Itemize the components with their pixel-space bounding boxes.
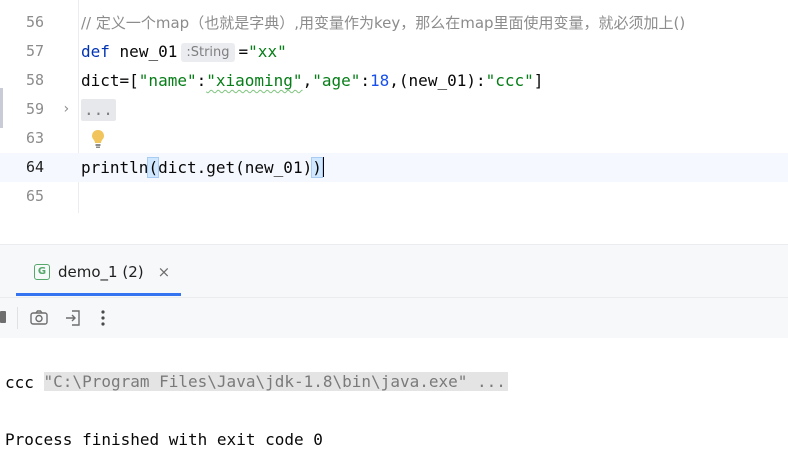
- code-line[interactable]: 56 // 定义一个map（也就是字典）,用变量作为key，那么在map里面使用…: [0, 8, 788, 37]
- camera-icon[interactable]: [28, 307, 50, 329]
- code-line-current[interactable]: 64 println(dict.get(new_01)): [0, 153, 788, 182]
- code-line[interactable]: 59 › ...: [0, 95, 788, 124]
- panel-splitter[interactable]: [0, 213, 788, 244]
- line-number: 59: [25, 100, 44, 118]
- code-token: ]: [533, 71, 544, 90]
- assign-operator: =: [238, 42, 249, 61]
- console-output[interactable]: "C:\Program Files\Java\jdk-1.8\bin\java.…: [0, 338, 788, 461]
- code-token: ,: [302, 71, 313, 90]
- string-literal: "age": [312, 71, 361, 90]
- code-token: :: [196, 71, 207, 90]
- matched-bracket: (: [147, 157, 160, 178]
- active-tab-indicator: [16, 293, 181, 296]
- command-text: "C:\Program Files\Java\jdk-1.8\bin\java.…: [43, 372, 508, 391]
- code-line[interactable]: 63: [0, 124, 788, 153]
- function-call: println: [81, 158, 149, 177]
- console-exit-line: Process finished with exit code 0: [5, 430, 323, 449]
- code-token: :: [360, 71, 371, 90]
- text-caret: [321, 157, 324, 177]
- run-toolbar: [0, 297, 788, 339]
- matched-bracket: ): [311, 157, 323, 178]
- code-line[interactable]: 58 dict=["name":"xiaoming","age":18,(new…: [0, 66, 788, 95]
- string-literal: "xx": [248, 42, 287, 61]
- toolbar-divider: [17, 307, 18, 329]
- code-token: dict=[: [81, 71, 139, 90]
- keyword-def: def: [81, 42, 110, 61]
- export-icon[interactable]: [62, 307, 84, 329]
- code-editor[interactable]: 56 // 定义一个map（也就是字典）,用变量作为key，那么在map里面使用…: [0, 0, 788, 214]
- comment: // 定义一个map（也就是字典）,用变量作为key，那么在map里面使用变量，…: [81, 14, 686, 32]
- more-options-icon[interactable]: [92, 307, 114, 329]
- string-literal-typo: "xiaoming": [206, 71, 303, 90]
- run-tab-demo[interactable]: G demo_1 (2) ×: [28, 257, 180, 287]
- string-literal: "ccc": [485, 71, 534, 90]
- line-number: 57: [25, 42, 44, 60]
- line-number: 65: [25, 187, 44, 205]
- console-command-line[interactable]: "C:\Program Files\Java\jdk-1.8\bin\java.…: [5, 340, 508, 424]
- run-tab-label: demo_1 (2): [58, 263, 144, 281]
- lightbulb-icon[interactable]: [91, 129, 105, 149]
- line-number: 63: [25, 129, 44, 147]
- console-output-line: ccc: [5, 373, 34, 392]
- line-number: 64: [25, 158, 44, 176]
- number-literal: 18: [370, 71, 390, 90]
- collapsed-region[interactable]: ...: [81, 99, 116, 121]
- groovy-file-icon: G: [34, 264, 50, 280]
- variable-name: new_01: [119, 42, 178, 61]
- code-token: dict.get(new_01): [158, 158, 313, 177]
- stop-icon[interactable]: [0, 311, 6, 323]
- expand-fold-icon[interactable]: ›: [62, 95, 70, 124]
- string-literal: "name": [138, 71, 197, 90]
- type-hint: :String: [181, 43, 235, 62]
- code-line[interactable]: 57 def new_01:String ="xx": [0, 37, 788, 66]
- code-token: ,(new_01):: [389, 71, 486, 90]
- code-line[interactable]: 65: [0, 182, 788, 211]
- line-number: 58: [25, 71, 44, 89]
- line-number: 56: [25, 13, 44, 31]
- close-icon[interactable]: ×: [158, 263, 171, 281]
- run-tool-window-header: G demo_1 (2) ×: [0, 244, 788, 297]
